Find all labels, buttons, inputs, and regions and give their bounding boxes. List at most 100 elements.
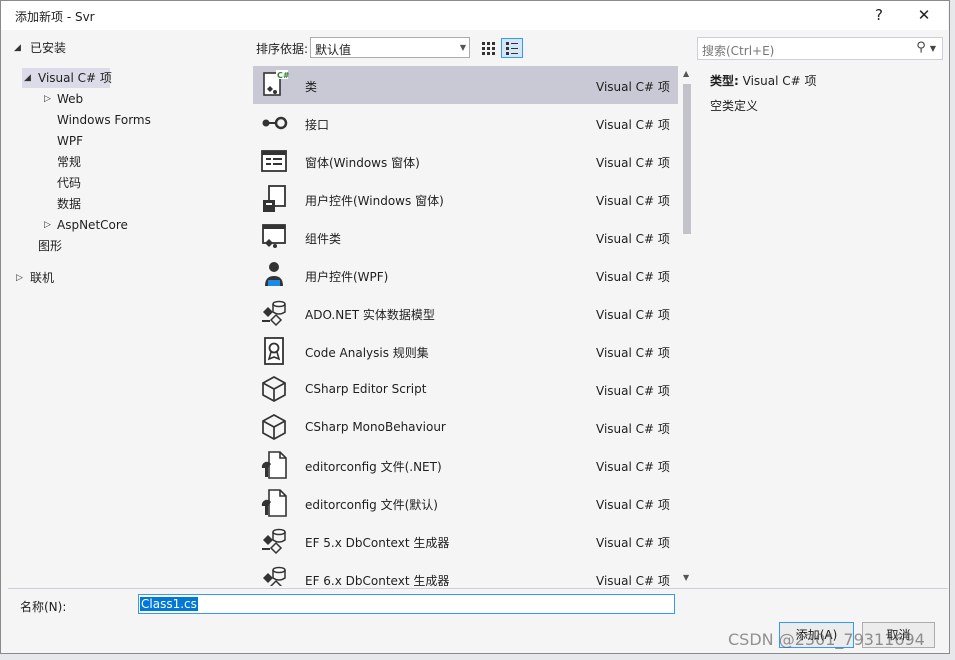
template-type: Visual C# 项 [596,574,670,586]
tree-node-label: Web [57,92,84,106]
tree-node-graphics[interactable]: 图形 [38,236,62,256]
entity-model-icon [259,526,289,556]
small-icons-view-button[interactable] [478,38,500,58]
ruleset-icon [259,336,289,366]
cube-icon [259,374,289,404]
collapsed-caret-icon[interactable]: ▷ [44,89,54,109]
sort-value: 默认值 [315,43,352,57]
scroll-up-icon[interactable]: ▲ [683,69,689,78]
template-item[interactable]: ADO.NET 实体数据模型 Visual C# 项 [253,294,678,332]
template-item[interactable]: C# 类 Visual C# 项 [253,66,678,104]
template-type: Visual C# 项 [596,384,670,398]
template-item[interactable]: 组件类 Visual C# 项 [253,218,678,256]
template-type: Visual C# 项 [596,460,670,474]
detail-type-label: 类型: [710,74,739,88]
watermark: CSDN @2301_79311694 [728,630,925,649]
template-type: Visual C# 项 [596,346,670,360]
template-name: 类 [305,80,318,94]
entity-model-icon [259,564,289,586]
tree-node-label: Windows Forms [57,113,151,127]
tree-node-code[interactable]: 代码 [57,173,81,193]
template-item[interactable]: CSharp MonoBehaviour Visual C# 项 [253,408,678,446]
tree-node-label: AspNetCore [57,218,128,232]
template-name: ADO.NET 实体数据模型 [305,308,435,322]
svg-text:C#: C# [277,71,289,80]
template-item[interactable]: 窗体(Windows 窗体) Visual C# 项 [253,142,678,180]
name-input[interactable]: Class1.cs [138,594,675,614]
template-list[interactable]: C# 类 Visual C# 项接口 Visual C# 项窗体(Windows 窗体… [253,66,696,586]
template-name: EF 5.x DbContext 生成器 [305,536,450,550]
tree-node-label: WPF [57,134,84,148]
tree-node-label: 联机 [30,271,55,285]
template-name: editorconfig 文件(默认) [305,498,438,512]
tree-node-installed[interactable]: ◢ 已安装 [12,38,66,58]
tree-node-label: Visual C# 项 [38,71,112,85]
collapsed-caret-icon[interactable]: ▷ [44,215,54,235]
user-control-icon [259,184,289,214]
window-title: 添加新项 - Svr [15,10,95,24]
cube-icon [259,412,289,442]
search-icon[interactable]: ⚲ ▼ [916,40,936,55]
tree-node-data[interactable]: 数据 [57,194,81,214]
scrollbar-thumb[interactable] [683,84,691,234]
collapsed-caret-icon[interactable]: ▷ [16,268,26,288]
tree-node-aspnetcore[interactable]: ▷ AspNetCore [42,215,128,235]
background-edge-bottom [0,653,955,660]
tree-node-general[interactable]: 常规 [57,152,81,172]
template-name: 窗体(Windows 窗体) [305,156,420,170]
template-name: 用户控件(WPF) [305,270,389,284]
template-type: Visual C# 项 [596,232,670,246]
template-item[interactable]: EF 6.x DbContext 生成器 Visual C# 项 [253,560,678,586]
template-type: Visual C# 项 [596,422,670,436]
tree-node-label: 数据 [57,197,82,211]
tree-node-label: 代码 [57,176,82,190]
tree-node-windows-forms[interactable]: Windows Forms [57,110,151,130]
detail-type-value: Visual C# 项 [742,74,817,88]
template-type: Visual C# 项 [596,536,670,550]
search-box[interactable]: 搜索(Ctrl+E) ⚲ ▼ [697,37,943,60]
entity-model-icon [259,298,289,328]
config-file-icon [259,488,289,518]
template-item[interactable]: 用户控件(WPF) Visual C# 项 [253,256,678,294]
template-name: CSharp MonoBehaviour [305,420,446,434]
search-input[interactable]: 搜索(Ctrl+E) [702,42,774,59]
template-item[interactable]: 用户控件(Windows 窗体) Visual C# 项 [253,180,678,218]
template-name: Code Analysis 规则集 [305,346,429,360]
template-item[interactable]: EF 5.x DbContext 生成器 Visual C# 项 [253,522,678,560]
component-icon [259,222,289,252]
tree-node-web[interactable]: ▷ Web [42,89,83,109]
divider [8,588,948,589]
sort-dropdown[interactable]: 默认值 ▼ [310,37,470,58]
template-item[interactable]: 接口 Visual C# 项 [253,104,678,142]
help-icon: ? [875,6,883,24]
expanded-caret-icon[interactable]: ◢ [14,38,24,58]
scroll-down-icon[interactable]: ▼ [683,573,689,582]
detail-description: 空类定义 [710,99,759,113]
template-name: editorconfig 文件(.NET) [305,460,442,474]
template-type: Visual C# 项 [596,80,670,94]
template-item[interactable]: CSharp Editor Script Visual C# 项 [253,370,678,408]
tree-node-wpf[interactable]: WPF [57,131,83,151]
list-view-button[interactable] [501,38,523,58]
wpf-user-control-icon [259,260,289,290]
list-scrollbar[interactable]: ▲ ▼ [679,66,695,586]
template-name: 用户控件(Windows 窗体) [305,194,444,208]
expanded-caret-icon[interactable]: ◢ [24,68,34,88]
grid-view-icon [482,42,495,55]
list-view-icon [506,42,518,55]
config-file-icon [259,450,289,480]
template-type: Visual C# 项 [596,156,670,170]
title-bar [1,1,948,30]
template-name: 接口 [305,118,330,132]
tree-node-online[interactable]: ▷ 联机 [12,268,54,288]
help-button[interactable]: ? [859,1,899,30]
template-item[interactable]: editorconfig 文件(.NET) Visual C# 项 [253,446,678,484]
template-item[interactable]: editorconfig 文件(默认) Visual C# 项 [253,484,678,522]
form-icon [259,146,289,176]
template-type: Visual C# 项 [596,308,670,322]
name-input-value[interactable]: Class1.cs [140,597,198,611]
tree-node-visual-csharp[interactable]: ◢ Visual C# 项 [22,68,112,88]
template-item[interactable]: Code Analysis 规则集 Visual C# 项 [253,332,678,370]
close-button[interactable]: ✕ [904,1,944,30]
tree-node-label: 图形 [38,239,63,253]
